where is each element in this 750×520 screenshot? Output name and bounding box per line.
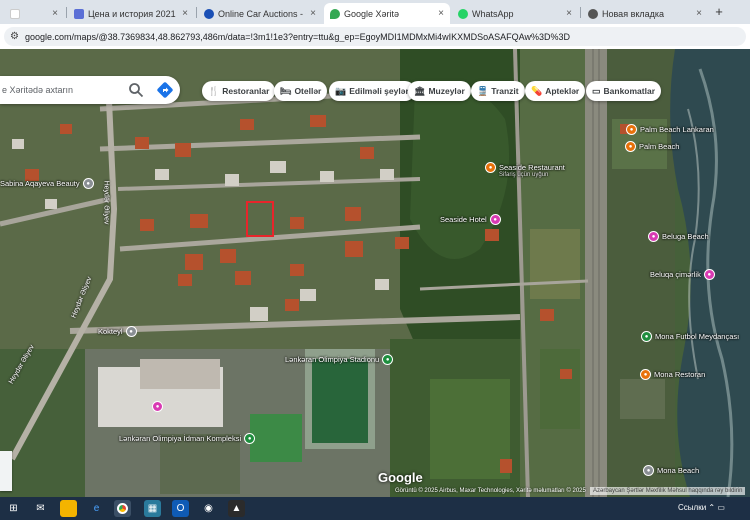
place-pin-icon: ●	[125, 326, 137, 337]
tab-close-icon[interactable]: ×	[566, 8, 572, 19]
hotel-pin-icon: ●	[648, 231, 659, 242]
tab-close-icon[interactable]: ×	[696, 8, 702, 19]
satellite-imagery	[0, 49, 750, 497]
tab-close-icon[interactable]: ×	[182, 8, 188, 19]
google-logo: Google	[378, 470, 423, 485]
tab-copart[interactable]: Online Car Auctions - Copart ×	[198, 3, 322, 24]
google-icon	[10, 8, 20, 19]
poi-beluga-cimerlik[interactable]: Beluqa çimərlik ●	[650, 269, 715, 280]
poi-sabina-beauty[interactable]: Sabina Aqayeva Beauty ●	[0, 178, 94, 189]
chart-icon	[74, 8, 84, 19]
app-icon[interactable]: ◉	[200, 500, 217, 517]
pharmacy-icon: 💊	[531, 85, 543, 96]
poi-mona-restoran[interactable]: ● Mona Restoran	[640, 369, 705, 380]
hotel-pin-icon: ●	[489, 214, 501, 225]
taskbar-links[interactable]: Ссылки ⌃ ▭	[678, 503, 725, 512]
poi-mona-futbol[interactable]: ● Mona Futbol Meydançası	[641, 331, 739, 342]
tab-separator	[580, 7, 581, 18]
tab-separator	[66, 7, 67, 18]
omnibox[interactable]: ⚙ google.com/maps/@38.7369834,48.862793,…	[4, 27, 746, 46]
poi-mona-beach[interactable]: ● Mona Beach	[643, 465, 699, 476]
new-tab-button[interactable]: +	[712, 3, 726, 21]
poi-kokteyl[interactable]: Kokteyl ●	[98, 326, 137, 337]
train-icon: 🚆	[477, 85, 489, 96]
poi-palm-beach-lankaran[interactable]: ● Palm Beach Lankaran	[626, 124, 714, 135]
tab-google[interactable]: ×	[4, 3, 64, 24]
hotel-pin-icon: ●	[152, 401, 163, 412]
chip-restaurants[interactable]: 🍴 Restoranlar	[202, 81, 276, 101]
copart-icon	[204, 8, 214, 19]
mail-icon[interactable]: ✉	[32, 500, 49, 517]
poi-palm-beach[interactable]: ● Palm Beach	[625, 141, 679, 152]
place-pin-icon: ●	[82, 178, 94, 189]
url-text[interactable]: google.com/maps/@38.7369834,48.862793,48…	[25, 32, 570, 42]
chip-museums[interactable]: 🏛 Muzeylər	[408, 81, 471, 101]
sport-pin-icon: ●	[641, 331, 652, 342]
hotel-pin-icon: ●	[703, 269, 715, 280]
poi-seaside-hotel[interactable]: Seaside Hotel ●	[440, 214, 501, 225]
image-viewer-icon[interactable]: ▲	[228, 500, 245, 517]
sport-pin-icon: ●	[382, 354, 394, 365]
globe-icon	[588, 8, 598, 19]
poi-olimpiya-idman[interactable]: ●	[152, 401, 163, 412]
map-search-box	[0, 76, 180, 104]
chip-pharmacies[interactable]: 💊 Apteklər	[525, 81, 586, 101]
restaurant-pin-icon: ●	[626, 124, 637, 135]
network-icon: ▭	[717, 503, 725, 512]
tab-google-maps[interactable]: Google Xəritə ×	[324, 3, 450, 24]
tab-new-tab[interactable]: Новая вкладка ×	[582, 3, 708, 24]
map-search-input[interactable]	[2, 85, 126, 95]
maps-pin-icon	[330, 8, 340, 19]
poi-olimpiya-stadium[interactable]: Lənkəran Olimpiya Stadionu ●	[285, 354, 394, 365]
road-label-heydar-1: Heydər Əliyev	[102, 180, 110, 225]
directions-icon[interactable]	[156, 81, 174, 99]
chip-atms[interactable]: ▭ Bankomatlar	[586, 81, 662, 101]
place-pin-icon: ●	[643, 465, 654, 476]
file-explorer-icon[interactable]	[60, 500, 77, 517]
poi-seaside-restaurant[interactable]: ● Seaside Restaurant Sifariş üçün uyğun	[485, 162, 565, 178]
tab-honda-history[interactable]: Цена и история 2021 Honda ×	[68, 3, 194, 24]
poi-olimpiya-complex[interactable]: Lənkəran Olimpiya İdman Kompleksi ●	[119, 433, 256, 444]
start-windows-icon[interactable]: ⊞	[5, 500, 22, 517]
tab-close-icon[interactable]: ×	[438, 8, 444, 19]
chip-transit[interactable]: 🚆 Tranzit	[471, 81, 525, 101]
chevron-up-icon: ⌃	[708, 503, 716, 512]
sport-pin-icon: ●	[244, 433, 256, 444]
satellite-map[interactable]: 🍴Restoranlar 🛏Otellər 📷Edilməli şeylər 🏛…	[0, 49, 750, 497]
map-attribution: Görüntü © 2025 Airbus, Maxar Technologie…	[395, 488, 586, 494]
tab-separator	[196, 7, 197, 18]
whatsapp-icon	[458, 8, 468, 19]
bed-icon: 🛏	[280, 85, 292, 96]
chip-things-to-do[interactable]: 📷 Edilməli şeylər	[329, 81, 415, 101]
camera-icon: 📷	[335, 85, 347, 96]
attribution-links[interactable]: Azərbaycan Şərtlər Məxfilik Məhsul haqqı…	[590, 487, 746, 495]
search-icon[interactable]	[128, 82, 144, 98]
edge-icon[interactable]: e	[88, 500, 105, 517]
poi-beluga-beach[interactable]: ● Beluga Beach	[648, 231, 709, 242]
chip-hotels[interactable]: 🛏 Otellər	[274, 81, 328, 101]
chrome-icon[interactable]	[114, 500, 131, 517]
tab-close-icon[interactable]: ×	[52, 8, 58, 19]
tab-whatsapp[interactable]: WhatsApp ×	[452, 3, 578, 24]
tab-strip: × Цена и история 2021 Honda × Online Car…	[0, 0, 750, 24]
atm-icon: ▭	[592, 85, 601, 96]
site-settings-icon[interactable]: ⚙	[10, 31, 19, 42]
fork-knife-icon: 🍴	[208, 85, 220, 96]
museum-icon: 🏛	[414, 85, 426, 96]
restaurant-pin-icon: ●	[625, 141, 636, 152]
windows-taskbar: ⊞ ✉ e ▦ O ◉ ▲ Ссылки ⌃ ▭	[0, 497, 750, 520]
outlook-icon[interactable]: O	[172, 500, 189, 517]
address-bar: ⚙ google.com/maps/@38.7369834,48.862793,…	[0, 24, 750, 49]
tab-close-icon[interactable]: ×	[310, 8, 316, 19]
photos-icon[interactable]: ▦	[144, 500, 161, 517]
restaurant-pin-icon: ●	[640, 369, 651, 380]
street-view-pegman[interactable]	[0, 451, 12, 491]
restaurant-pin-icon: ●	[485, 162, 496, 173]
